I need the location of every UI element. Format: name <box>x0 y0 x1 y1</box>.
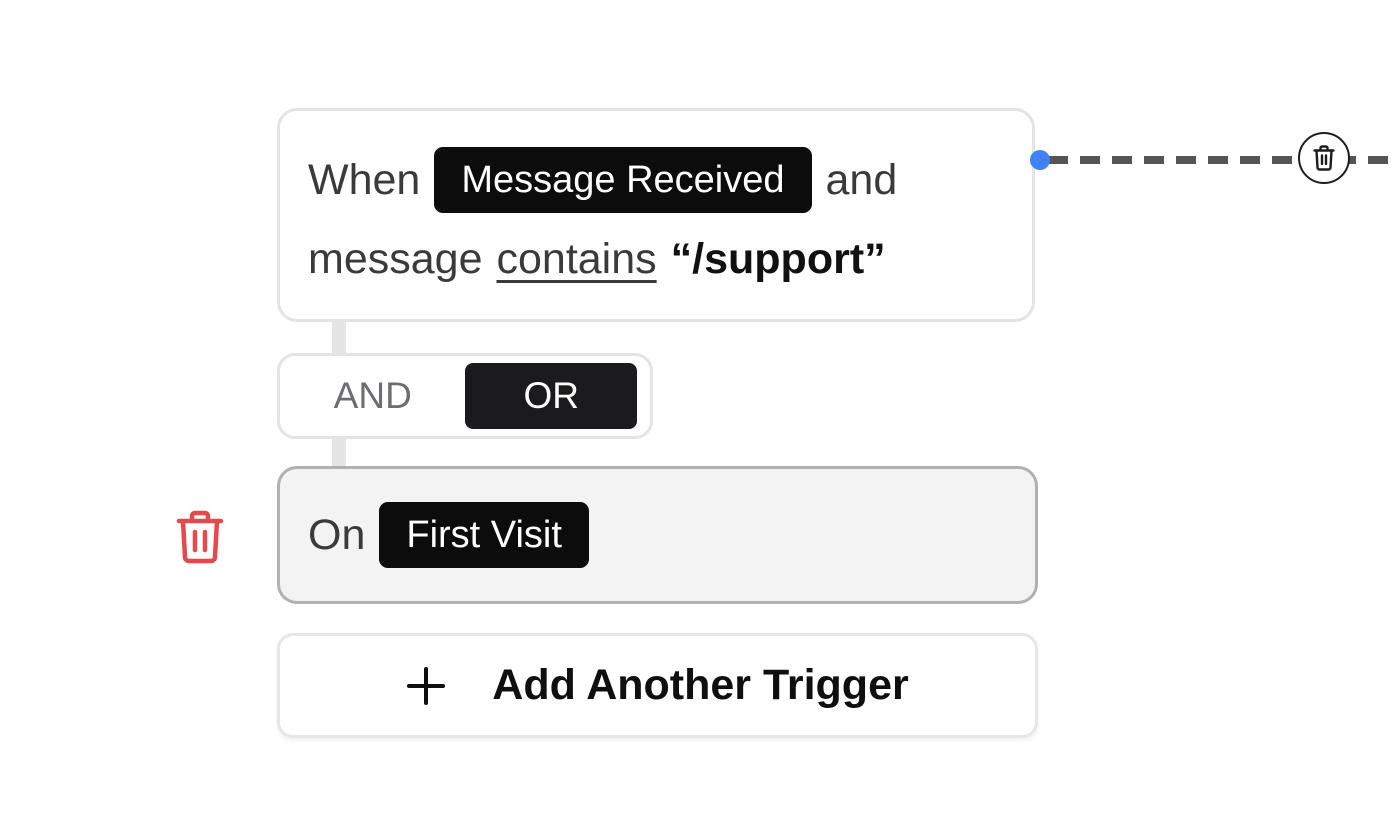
trigger-line-2: message contains “/support” <box>308 226 1004 292</box>
match-value[interactable]: “/support” <box>671 235 886 284</box>
edge-delete-button[interactable] <box>1298 132 1350 184</box>
logic-option-or[interactable]: OR <box>465 363 637 429</box>
source-handle[interactable] <box>1030 150 1050 170</box>
trigger-line-1: When Message Received and <box>308 147 1004 213</box>
workflow-canvas: When Message Received and message contai… <box>0 0 1396 840</box>
add-trigger-label: Add Another Trigger <box>492 661 909 709</box>
trigger-card-first-visit[interactable]: On First Visit <box>277 466 1038 604</box>
trash-icon[interactable] <box>176 510 224 564</box>
event-pill-first-visit[interactable]: First Visit <box>379 502 589 568</box>
trigger-card-message[interactable]: When Message Received and message contai… <box>277 108 1035 322</box>
subject-label: message <box>308 234 483 283</box>
connector-line <box>332 436 346 470</box>
add-trigger-button[interactable]: Add Another Trigger <box>277 633 1038 738</box>
on-label: On <box>308 510 366 559</box>
logic-option-and[interactable]: AND <box>280 363 465 429</box>
when-label: When <box>308 155 421 204</box>
plus-icon <box>407 666 446 705</box>
operator-dropdown[interactable]: contains <box>496 235 656 284</box>
logic-toggle: AND OR <box>277 353 653 439</box>
and-label: and <box>825 155 898 204</box>
event-pill-message-received[interactable]: Message Received <box>434 147 812 213</box>
trash-icon <box>1313 145 1335 171</box>
